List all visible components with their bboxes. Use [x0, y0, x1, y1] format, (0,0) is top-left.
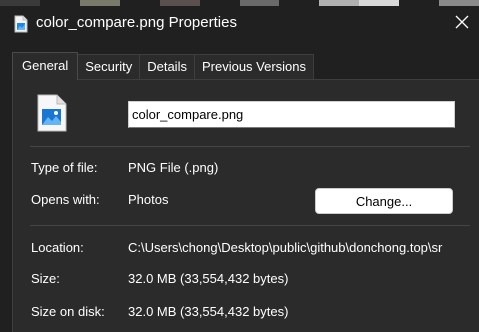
location-value: C:\Users\chong\Desktop\public\github\don…: [128, 240, 443, 255]
type-of-file-label: Type of file:: [31, 160, 98, 175]
size-label: Size:: [31, 271, 60, 286]
file-name-field[interactable]: [128, 101, 455, 128]
tab-security[interactable]: Security: [77, 54, 141, 80]
title-bar[interactable]: color_compare.png Properties: [0, 6, 479, 42]
change-button[interactable]: Change...: [315, 188, 453, 214]
properties-window: color_compare.png Properties General Sec…: [0, 0, 479, 332]
location-label: Location:: [31, 240, 84, 255]
size-value: 32.0 MB (33,554,432 bytes): [128, 271, 289, 286]
opens-with-value: Photos: [128, 192, 169, 207]
tab-details[interactable]: Details: [139, 54, 195, 80]
size-on-disk-value: 32.0 MB (33,554,432 bytes): [128, 304, 289, 319]
size-on-disk-label: Size on disk:: [31, 304, 105, 319]
tab-strip: General Security Details Previous Versio…: [12, 52, 315, 80]
tab-general[interactable]: General: [12, 52, 79, 80]
divider: [30, 146, 470, 147]
opens-with-label: Opens with:: [31, 192, 100, 207]
image-file-icon: [14, 15, 28, 33]
window-title: color_compare.png Properties: [36, 14, 237, 31]
close-icon: [455, 15, 469, 34]
type-of-file-value: PNG File (.png): [128, 160, 219, 175]
close-button[interactable]: [448, 10, 476, 38]
divider: [30, 225, 470, 226]
tab-previous-versions[interactable]: Previous Versions: [193, 54, 315, 80]
image-file-icon: [37, 94, 67, 132]
